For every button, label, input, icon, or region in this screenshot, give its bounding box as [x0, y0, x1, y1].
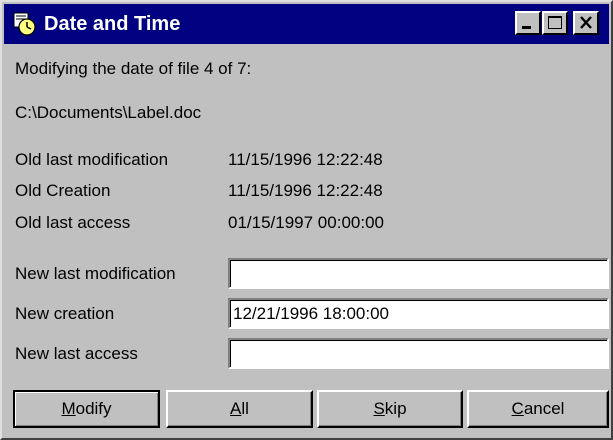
new-creation-label: New creation — [15, 304, 115, 323]
old-access-value: 01/15/1997 00:00:00 — [228, 213, 384, 232]
maximize-button[interactable] — [542, 11, 568, 35]
modify-button[interactable]: Modify — [13, 390, 160, 428]
skip-button[interactable]: Skip — [317, 390, 463, 428]
close-icon — [580, 16, 592, 29]
old-modification-label: Old last modification — [15, 150, 169, 169]
modify-button-mnemonic: M — [61, 399, 76, 418]
all-button[interactable]: All — [166, 390, 313, 428]
old-creation-value: 11/15/1996 12:22:48 — [228, 181, 383, 200]
new-modification-field[interactable] — [228, 258, 609, 289]
old-modification-value: 11/15/1996 12:22:48 — [228, 150, 383, 169]
modify-button-label: odify — [75, 399, 112, 418]
cancel-button[interactable]: Cancel — [467, 390, 609, 428]
minimize-icon — [522, 26, 531, 29]
new-access-field[interactable] — [228, 338, 609, 369]
new-modification-label: New last modification — [15, 264, 176, 283]
file-path: C:\Documents\Label.doc — [15, 103, 202, 122]
new-access-label: New last access — [15, 344, 138, 363]
title-bar[interactable]: Date and Time — [4, 4, 609, 44]
all-button-label: ll — [241, 399, 249, 418]
close-button[interactable] — [573, 11, 599, 35]
all-button-mnemonic: A — [230, 399, 242, 418]
maximize-icon — [548, 16, 562, 29]
cancel-button-mnemonic: C — [511, 399, 524, 418]
date-and-time-dialog: Date and Time Modifying the date of file… — [0, 0, 613, 440]
intro-text: Modifying the date of file 4 of 7: — [15, 59, 252, 78]
cancel-button-label: ancel — [523, 399, 565, 418]
old-creation-label: Old Creation — [15, 181, 111, 200]
date-time-app-icon — [13, 12, 36, 36]
new-creation-field[interactable] — [228, 298, 609, 329]
old-access-label: Old last access — [15, 213, 131, 232]
window-title: Date and Time — [44, 13, 181, 35]
skip-button-label: kip — [384, 399, 407, 418]
skip-button-mnemonic: S — [373, 399, 385, 418]
minimize-button[interactable] — [515, 11, 541, 35]
